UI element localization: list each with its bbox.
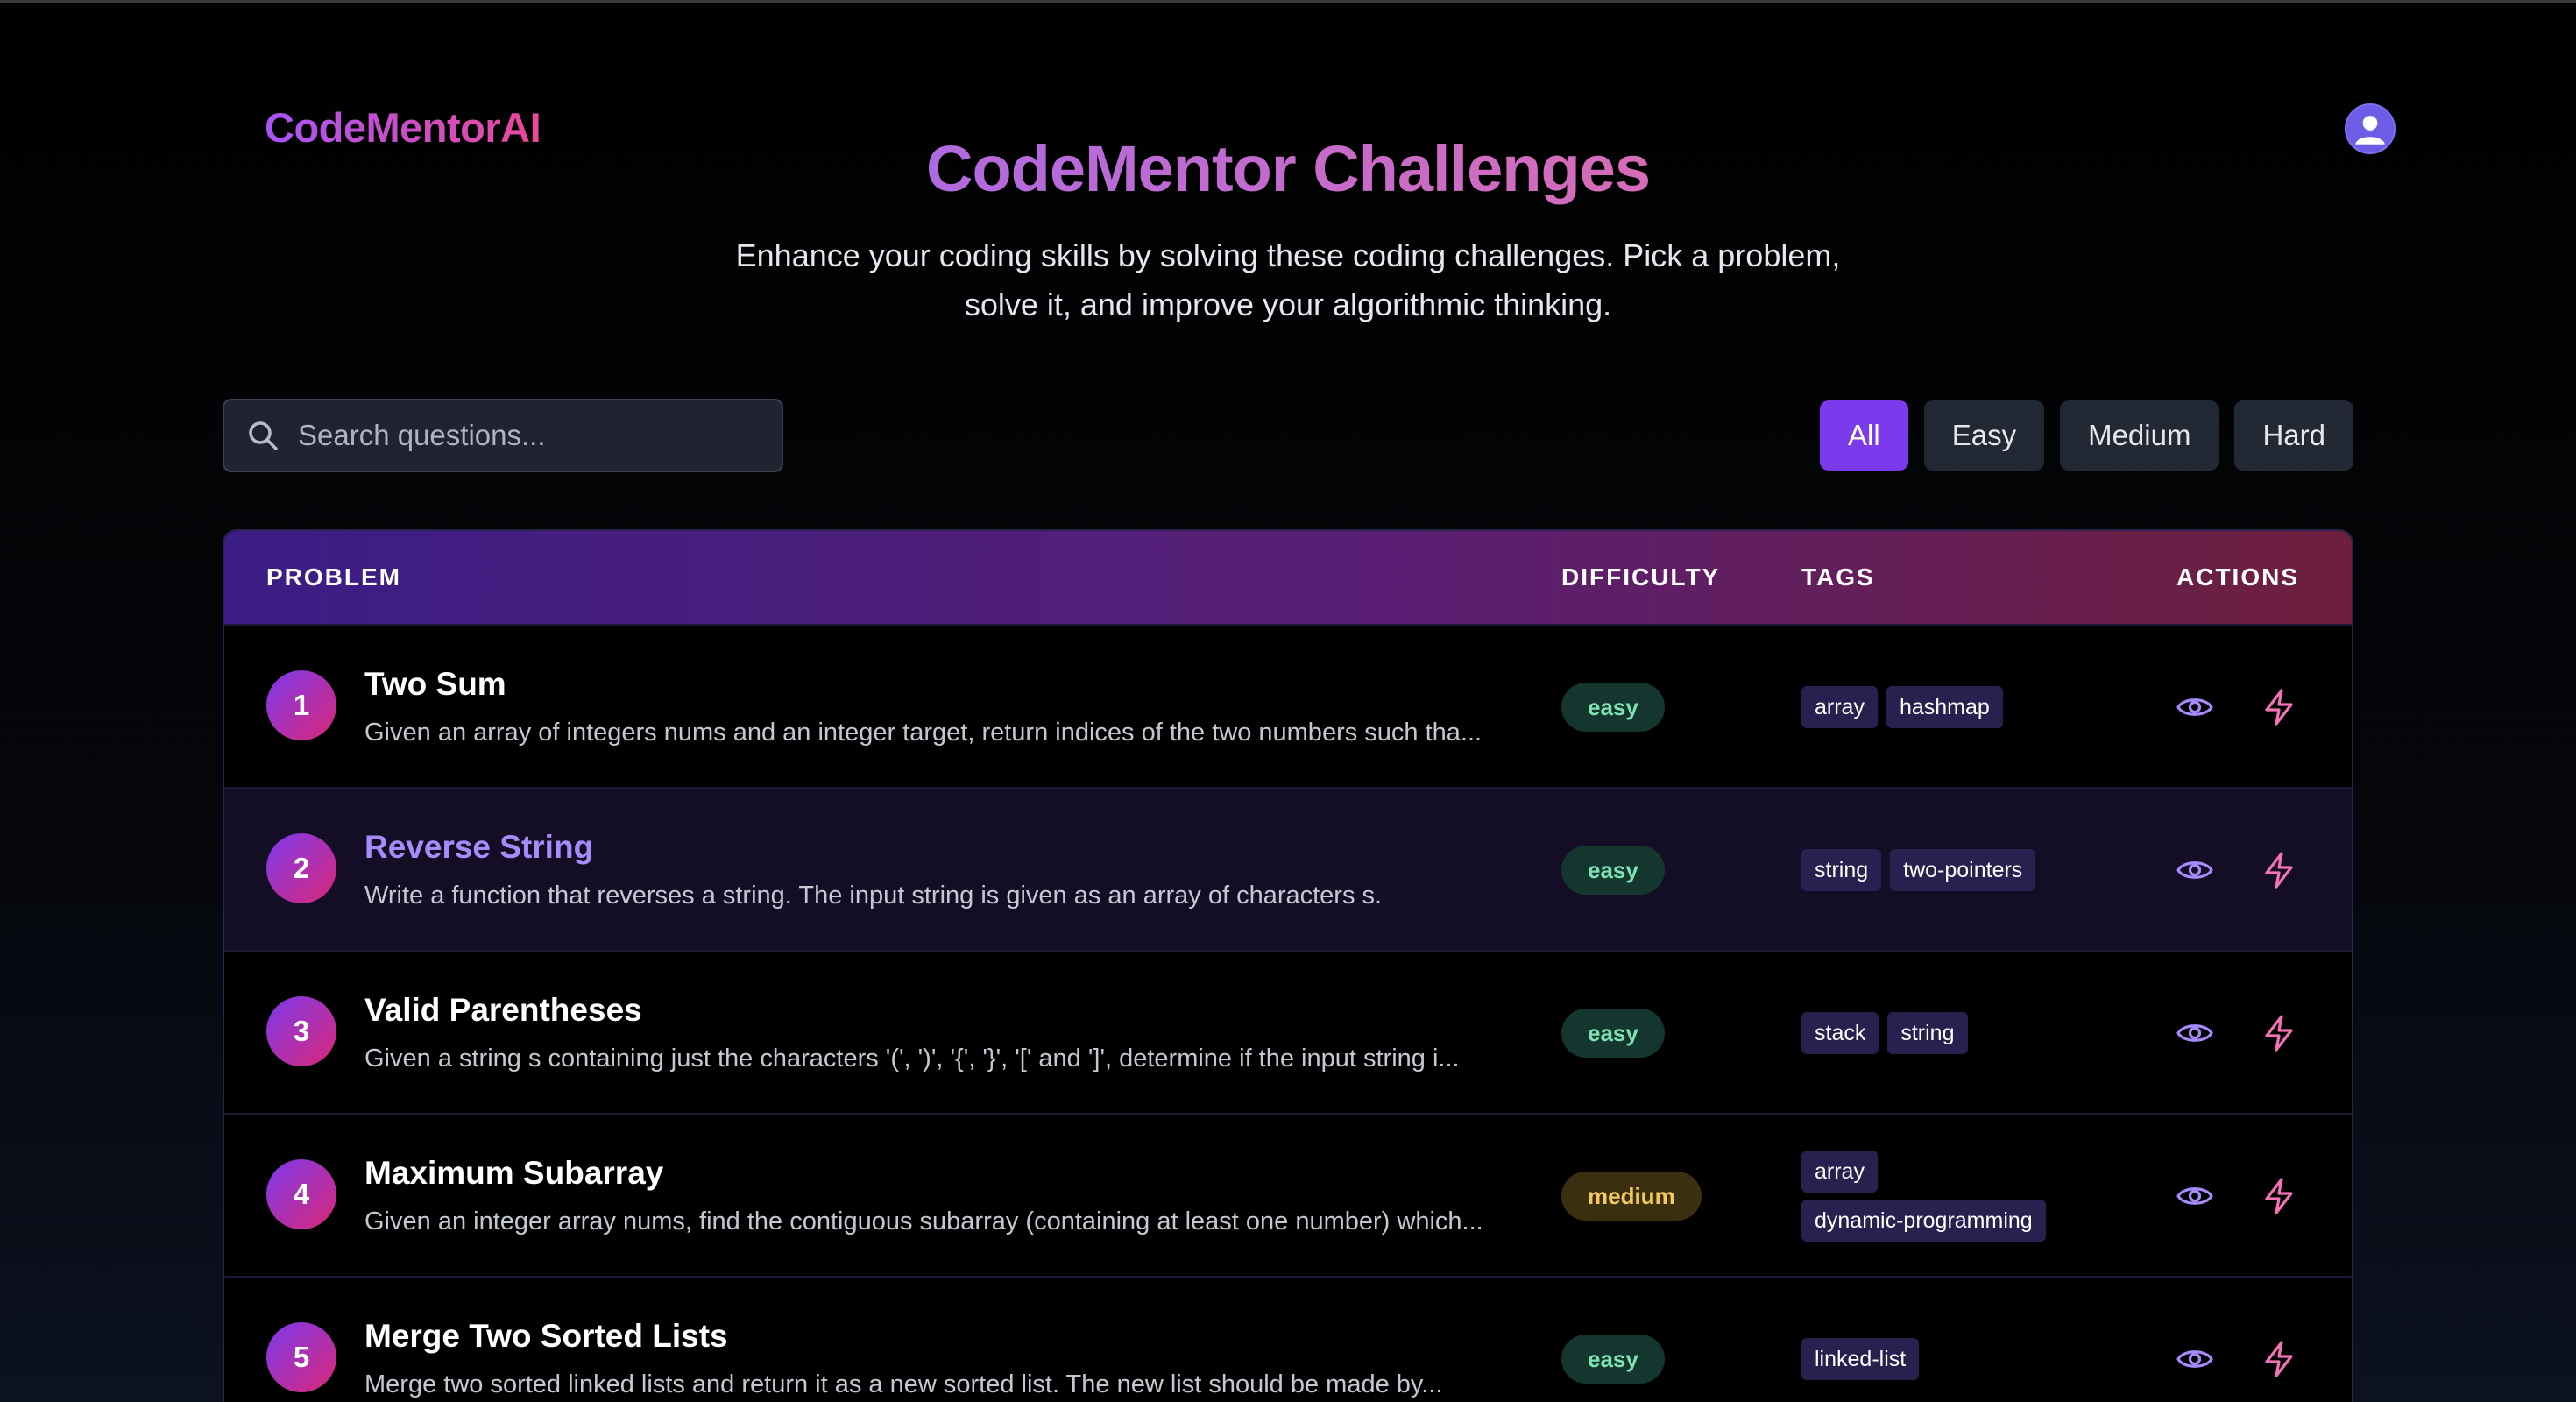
view-button[interactable] xyxy=(2175,850,2215,890)
tag: string xyxy=(1887,1012,1968,1054)
search-box xyxy=(223,399,783,472)
bolt-icon xyxy=(2265,689,2293,726)
table-row[interactable]: 2 Reverse String Write a function that r… xyxy=(224,787,2352,950)
difficulty-badge: easy xyxy=(1561,1335,1665,1384)
problem-description: Given an integer array nums, find the co… xyxy=(364,1207,1483,1236)
tag: linked-list xyxy=(1801,1338,1920,1380)
problem-title[interactable]: Reverse String xyxy=(364,829,593,866)
header-actions: ACTIONS xyxy=(2176,563,2299,591)
page-title: CodeMentor Challenges xyxy=(926,132,1651,205)
problem-description: Merge two sorted linked lists and return… xyxy=(364,1370,1443,1398)
problem-number: 2 xyxy=(266,833,336,903)
tag: string xyxy=(1801,849,1882,891)
eye-icon xyxy=(2176,861,2213,879)
tag: stack xyxy=(1801,1012,1879,1054)
filter-medium-button[interactable]: Medium xyxy=(2060,400,2219,471)
table-row[interactable]: 1 Two Sum Given an array of integers num… xyxy=(224,624,2352,787)
difficulty-filters: All Easy Medium Hard xyxy=(1820,400,2353,471)
bolt-icon xyxy=(2265,1178,2293,1214)
view-button[interactable] xyxy=(2175,1013,2215,1053)
filter-all-button[interactable]: All xyxy=(1820,400,1908,471)
bolt-icon xyxy=(2265,1015,2293,1052)
tag: two-pointers xyxy=(1890,849,2036,891)
problem-title[interactable]: Valid Parentheses xyxy=(364,992,642,1029)
bolt-icon xyxy=(2265,1341,2293,1377)
tag-list: string two-pointers xyxy=(1801,789,2082,952)
subtitle-line-2: solve it, and improve your algorithmic t… xyxy=(964,287,1612,322)
problem-number: 3 xyxy=(266,996,336,1066)
eye-icon xyxy=(2176,1350,2213,1368)
header-problem: PROBLEM xyxy=(266,563,401,591)
problem-number: 1 xyxy=(266,670,336,740)
solve-button[interactable] xyxy=(2259,687,2299,727)
tag-list: stack string xyxy=(1801,952,2082,1115)
difficulty-badge: medium xyxy=(1561,1172,1702,1221)
window-top-border xyxy=(0,0,2576,3)
tag: array xyxy=(1801,1151,1878,1193)
header-tags: TAGS xyxy=(1801,563,1875,591)
problem-title[interactable]: Maximum Subarray xyxy=(364,1155,663,1192)
difficulty-badge: easy xyxy=(1561,1009,1665,1058)
tag: dynamic-programming xyxy=(1801,1200,2046,1242)
filter-hard-button[interactable]: Hard xyxy=(2234,400,2353,471)
solve-button[interactable] xyxy=(2259,1013,2299,1053)
problem-description: Given a string s containing just the cha… xyxy=(364,1044,1460,1073)
table-row[interactable]: 5 Merge Two Sorted Lists Merge two sorte… xyxy=(224,1276,2352,1402)
tag-list: array dynamic-programming xyxy=(1801,1115,2082,1278)
view-button[interactable] xyxy=(2175,1339,2215,1379)
table-row[interactable]: 3 Valid Parentheses Given a string s con… xyxy=(224,950,2352,1113)
solve-button[interactable] xyxy=(2259,1339,2299,1379)
table-header: PROBLEM DIFFICULTY TAGS ACTIONS xyxy=(224,531,2352,624)
search-input[interactable] xyxy=(298,419,771,452)
problem-title[interactable]: Two Sum xyxy=(364,666,506,703)
page-subtitle: Enhance your coding skills by solving th… xyxy=(718,231,1858,329)
view-button[interactable] xyxy=(2175,1176,2215,1216)
filter-easy-button[interactable]: Easy xyxy=(1923,400,2045,471)
problem-title[interactable]: Merge Two Sorted Lists xyxy=(364,1318,728,1355)
tag: hashmap xyxy=(1886,686,2003,728)
difficulty-badge: easy xyxy=(1561,846,1665,895)
header-difficulty: DIFFICULTY xyxy=(1561,563,1721,591)
tag: array xyxy=(1801,686,1878,728)
bolt-icon xyxy=(2265,852,2293,889)
eye-icon xyxy=(2176,1187,2213,1205)
tag-list: array hashmap xyxy=(1801,626,2082,789)
table-row[interactable]: 4 Maximum Subarray Given an integer arra… xyxy=(224,1113,2352,1276)
eye-icon xyxy=(2176,698,2213,716)
problem-number: 4 xyxy=(266,1159,336,1229)
solve-button[interactable] xyxy=(2259,1176,2299,1216)
subtitle-line-1: Enhance your coding skills by solving th… xyxy=(735,237,1841,273)
eye-icon xyxy=(2176,1024,2213,1042)
problem-description: Write a function that reverses a string.… xyxy=(364,882,1383,910)
search-icon xyxy=(249,421,278,450)
problems-table: PROBLEM DIFFICULTY TAGS ACTIONS 1 Two Su… xyxy=(223,529,2353,1402)
solve-button[interactable] xyxy=(2259,850,2299,890)
difficulty-badge: easy xyxy=(1561,683,1665,732)
problem-number: 5 xyxy=(266,1322,336,1392)
problem-description: Given an array of integers nums and an i… xyxy=(364,719,1483,747)
view-button[interactable] xyxy=(2175,687,2215,727)
tag-list: linked-list xyxy=(1801,1278,2082,1402)
